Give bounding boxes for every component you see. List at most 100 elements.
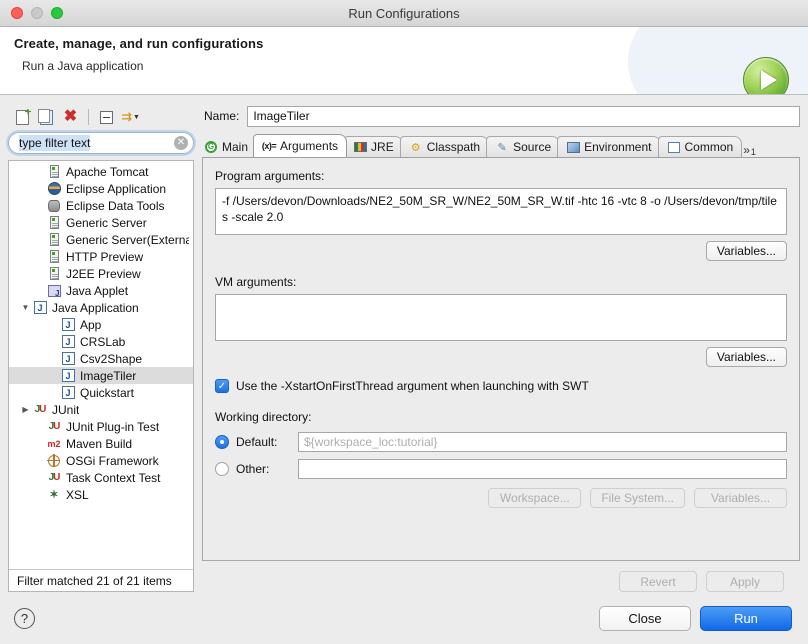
main-tab-icon: G bbox=[204, 140, 218, 153]
tab-source[interactable]: ✎ Source bbox=[486, 136, 561, 157]
server-icon bbox=[46, 250, 62, 264]
copy-icon bbox=[38, 108, 53, 125]
name-label: Name: bbox=[204, 109, 240, 123]
arguments-tab-panel: Program arguments: -f /Users/devon/Downl… bbox=[202, 158, 800, 561]
tree-item[interactable]: J App bbox=[9, 316, 193, 333]
other-directory-input[interactable] bbox=[298, 459, 787, 479]
new-configuration-button[interactable] bbox=[12, 107, 33, 127]
clear-filter-icon[interactable]: ✕ bbox=[174, 136, 188, 150]
tab-environment[interactable]: Environment bbox=[557, 136, 661, 157]
tree-item-label: ImageTiler bbox=[80, 368, 137, 383]
tree-item[interactable]: Java Applet bbox=[9, 282, 193, 299]
tree-item-label: HTTP Preview bbox=[66, 249, 144, 264]
tree-item-label: Java Applet bbox=[66, 283, 129, 298]
configurations-tree-rows[interactable]: Apache Tomcat Eclipse Application Eclipse … bbox=[9, 161, 193, 569]
run-configurations-window: Run Configurations Create, manage, and r… bbox=[0, 0, 808, 644]
close-button[interactable]: Close bbox=[599, 605, 691, 631]
tab-main[interactable]: G Main bbox=[202, 136, 256, 157]
program-arguments-input[interactable]: -f /Users/devon/Downloads/NE2_50M_SR_W/N… bbox=[215, 188, 787, 235]
tree-item[interactable]: J Quickstart bbox=[9, 384, 193, 401]
new-document-icon bbox=[16, 109, 29, 125]
tree-item[interactable]: JU Task Context Test bbox=[9, 469, 193, 486]
tree-item[interactable]: OSGi Framework bbox=[9, 452, 193, 469]
tab-overflow-indicator[interactable]: » 1 bbox=[739, 143, 762, 157]
configuration-name-input[interactable]: ImageTiler bbox=[247, 105, 800, 127]
java-icon: J bbox=[60, 369, 76, 383]
filter-input-value: type filter text bbox=[19, 135, 91, 151]
tree-item[interactable]: m2 Maven Build bbox=[9, 435, 193, 452]
default-directory-label: Default: bbox=[236, 435, 278, 449]
window-titlebar: Run Configurations bbox=[0, 0, 808, 27]
java-icon: J bbox=[60, 335, 76, 349]
tab-label: Arguments bbox=[280, 139, 339, 153]
tree-item[interactable]: J2EE Preview bbox=[9, 265, 193, 282]
arguments-tab-icon: (x)= bbox=[261, 141, 277, 151]
filter-input[interactable]: type filter text bbox=[8, 132, 194, 154]
classpath-tab-icon: ⚙ bbox=[410, 141, 421, 154]
server-icon bbox=[46, 165, 62, 179]
tree-item[interactable]: Generic Server bbox=[9, 214, 193, 231]
name-row: Name: ImageTiler bbox=[202, 103, 800, 129]
filter-field-wrapper: type filter text ✕ bbox=[8, 132, 194, 154]
tree-item-label: Quickstart bbox=[80, 385, 135, 400]
workspace-button[interactable]: Workspace... bbox=[488, 488, 582, 508]
tree-item-label: XSL bbox=[66, 487, 89, 502]
tree-item[interactable]: Apache Tomcat bbox=[9, 163, 193, 180]
configuration-editor: Name: ImageTiler G Main (x)= Arguments JRE ⚙ C… bbox=[202, 103, 800, 592]
database-icon bbox=[46, 199, 62, 213]
tree-item[interactable]: J CRSLab bbox=[9, 333, 193, 350]
configurations-tree: Apache Tomcat Eclipse Application Eclipse … bbox=[8, 160, 194, 592]
vm-arguments-input[interactable] bbox=[215, 294, 787, 341]
tree-item[interactable]: ▼ J Java Application bbox=[9, 299, 193, 316]
tree-item-label: Task Context Test bbox=[66, 470, 161, 485]
apply-button[interactable]: Apply bbox=[706, 571, 784, 592]
tab-label: Classpath bbox=[426, 140, 481, 154]
xsl-icon: ✶ bbox=[49, 489, 59, 501]
vm-arguments-label: VM arguments: bbox=[215, 275, 297, 289]
tree-item-label: Apache Tomcat bbox=[66, 164, 149, 179]
tree-item[interactable]: J Csv2Shape bbox=[9, 350, 193, 367]
default-directory-row: Default: ${workspace_loc:tutorial} bbox=[215, 432, 787, 452]
default-directory-radio[interactable] bbox=[215, 435, 229, 449]
working-dir-variables-button[interactable]: Variables... bbox=[694, 488, 787, 508]
collapse-all-button[interactable] bbox=[96, 107, 117, 127]
task-context-icon: JU bbox=[48, 472, 61, 483]
vm-variables-button[interactable]: Variables... bbox=[705, 347, 787, 367]
tree-item[interactable]: HTTP Preview bbox=[9, 248, 193, 265]
tree-item-label: Generic Server bbox=[66, 215, 147, 230]
duplicate-configuration-button[interactable] bbox=[36, 107, 57, 127]
tree-item-label: App bbox=[80, 317, 102, 332]
other-directory-radio[interactable] bbox=[215, 462, 229, 476]
run-button[interactable]: Run bbox=[700, 605, 792, 631]
window-title: Run Configurations bbox=[348, 5, 460, 21]
tree-item[interactable]: Eclipse Application bbox=[9, 180, 193, 197]
eclipse-icon bbox=[46, 182, 62, 196]
working-directory-label: Working directory: bbox=[215, 410, 312, 424]
tab-classpath[interactable]: ⚙ Classpath bbox=[399, 136, 490, 157]
swt-checkbox-row[interactable]: ✓ Use the -XstartOnFirstThread argument … bbox=[215, 379, 787, 393]
tree-item[interactable]: J ImageTiler bbox=[9, 367, 193, 384]
toolbar-separator bbox=[88, 109, 89, 125]
filter-configurations-button[interactable]: ⇉ ▼ bbox=[120, 107, 141, 127]
tree-twisty-icon[interactable]: ▶ bbox=[19, 405, 32, 414]
tree-twisty-icon[interactable]: ▼ bbox=[19, 303, 32, 312]
tree-item[interactable]: ✶ XSL bbox=[9, 486, 193, 503]
tab-common[interactable]: Common bbox=[657, 136, 743, 157]
file-system-button[interactable]: File System... bbox=[590, 488, 685, 508]
tree-item-label: Maven Build bbox=[66, 436, 133, 451]
tree-item[interactable]: ▶ JU JUnit bbox=[9, 401, 193, 418]
tab-arguments[interactable]: (x)= Arguments bbox=[253, 134, 348, 157]
help-icon[interactable]: ? bbox=[14, 607, 35, 629]
tree-item[interactable]: Generic Server(External La bbox=[9, 231, 193, 248]
swt-checkbox[interactable]: ✓ bbox=[215, 379, 229, 393]
delete-configuration-button[interactable]: ✖ bbox=[60, 107, 81, 127]
revert-button[interactable]: Revert bbox=[619, 571, 697, 592]
program-arguments-label: Program arguments: bbox=[215, 169, 325, 183]
tree-item[interactable]: JU JUnit Plug-in Test bbox=[9, 418, 193, 435]
dialog-footer: ? Close Run bbox=[0, 592, 808, 644]
tab-jre[interactable]: JRE bbox=[344, 136, 403, 157]
tree-item[interactable]: Eclipse Data Tools bbox=[9, 197, 193, 214]
program-variables-button[interactable]: Variables... bbox=[705, 241, 787, 261]
tree-item-label: Generic Server(External La bbox=[66, 232, 189, 247]
dialog-header: Create, manage, and run configurations R… bbox=[0, 27, 808, 95]
